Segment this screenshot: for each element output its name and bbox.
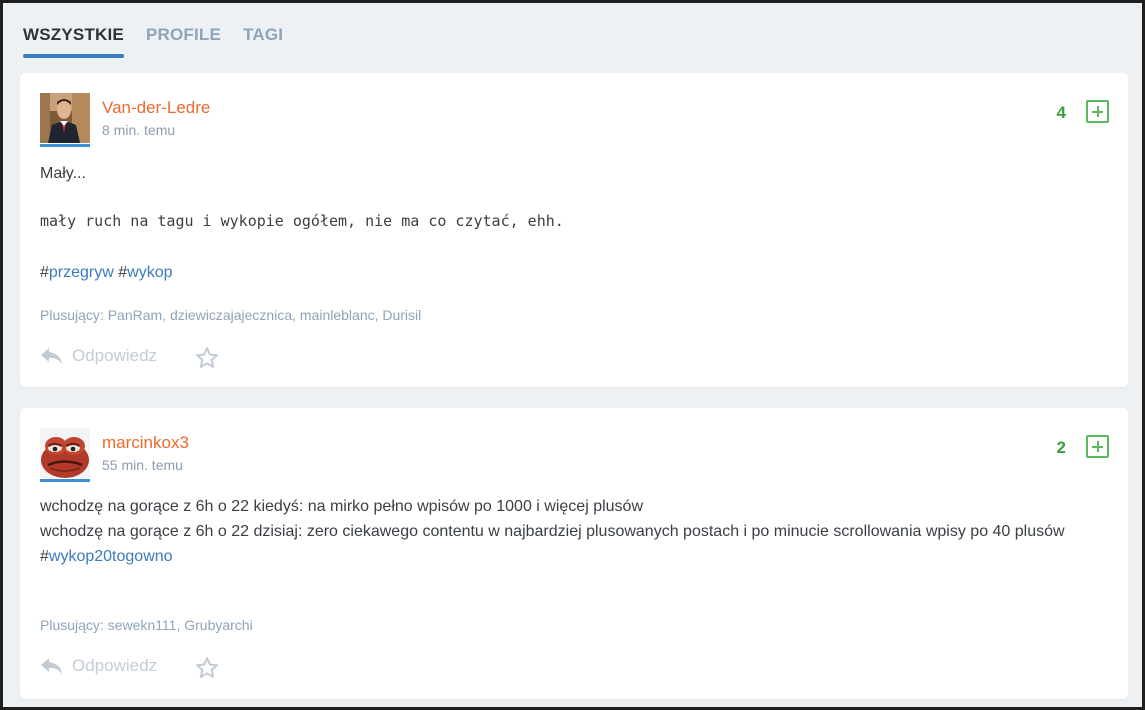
entry-tags: #wykop20togowno — [40, 548, 173, 565]
entry-card: Van-der-Ledre 8 min. temu 4 Mały... mały… — [20, 73, 1128, 387]
entry-line: wchodzę na gorące z 6h o 22 kiedyś: na m… — [40, 498, 644, 515]
entry-tags: #przegryw #wykop — [40, 264, 173, 281]
tag-link[interactable]: wykop20togowno — [49, 548, 173, 565]
tab-wszystkie[interactable]: WSZYSTKIE — [23, 25, 124, 58]
avatar[interactable] — [40, 428, 90, 478]
entry-card: marcinkox3 55 min. temu 2 wchodzę na gor… — [20, 408, 1128, 699]
entry-title-line: Mały... — [40, 165, 86, 182]
username-link[interactable]: marcinkox3 — [102, 433, 189, 453]
avatar-underline — [40, 144, 90, 147]
vote-count: 4 — [1056, 103, 1066, 122]
plus-button[interactable] — [1086, 100, 1109, 123]
reply-arrow-icon — [41, 348, 62, 364]
favorite-button[interactable] — [195, 656, 219, 685]
avatar-underline — [40, 479, 90, 482]
post-time[interactable]: 55 min. temu — [102, 457, 183, 473]
voters-list[interactable]: Plusujący: sewekn111, Grubyarchi — [40, 617, 253, 633]
favorite-button[interactable] — [195, 346, 219, 375]
username-link[interactable]: Van-der-Ledre — [102, 98, 210, 118]
entry-line: wchodzę na gorące z 6h o 22 dzisiaj: zer… — [40, 523, 1065, 540]
tab-tagi[interactable]: TAGI — [243, 25, 283, 54]
entry-body: mały ruch na tagu i wykopie ogółem, nie … — [40, 212, 564, 230]
filter-tabs: WSZYSTKIE PROFILE TAGI — [23, 25, 283, 58]
plus-button[interactable] — [1086, 435, 1109, 458]
tag-link[interactable]: wykop — [127, 264, 172, 281]
pepe-frog-avatar-icon — [40, 428, 90, 478]
user-photo-avatar-icon — [40, 93, 90, 143]
app-frame: WSZYSTKIE PROFILE TAGI Van-der-Ledre 8 m… — [3, 3, 1142, 707]
tag-link[interactable]: przegryw — [49, 264, 114, 281]
avatar[interactable] — [40, 93, 90, 143]
tab-profile[interactable]: PROFILE — [146, 25, 221, 54]
reply-arrow-icon — [41, 658, 62, 674]
entry-body: wchodzę na gorące z 6h o 22 kiedyś: na m… — [40, 494, 1115, 569]
star-outline-icon — [196, 657, 218, 678]
star-outline-icon — [196, 347, 218, 368]
reply-button[interactable]: Odpowiedz — [40, 656, 157, 676]
voters-list[interactable]: Plusujący: PanRam, dziewiczajajecznica, … — [40, 307, 421, 323]
post-time[interactable]: 8 min. temu — [102, 122, 175, 138]
reply-label: Odpowiedz — [72, 656, 158, 675]
reply-button[interactable]: Odpowiedz — [40, 346, 157, 366]
vote-count: 2 — [1056, 438, 1066, 457]
reply-label: Odpowiedz — [72, 346, 158, 365]
